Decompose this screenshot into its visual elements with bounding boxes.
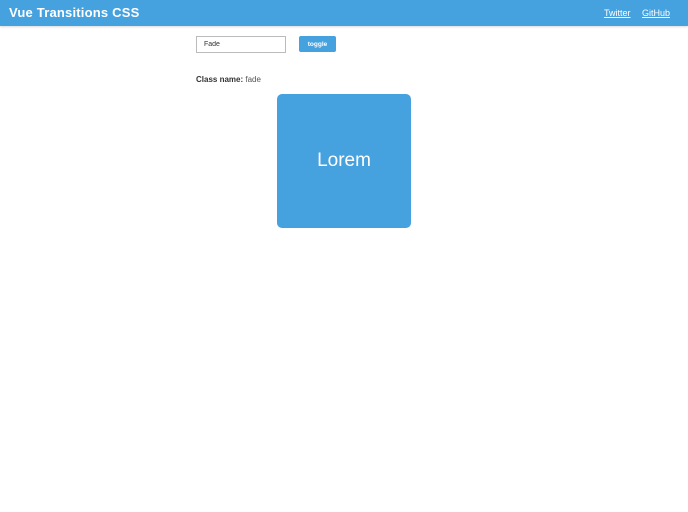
header-nav: Twitter GitHub xyxy=(595,8,670,18)
transition-select[interactable]: Fade xyxy=(196,36,286,53)
twitter-link[interactable]: Twitter xyxy=(604,8,631,18)
class-name-display: Class name: fade xyxy=(196,75,261,84)
app-title: Vue Transitions CSS xyxy=(9,5,140,20)
transition-box: Lorem xyxy=(277,94,411,228)
app-header: Vue Transitions CSS Twitter GitHub xyxy=(0,0,688,26)
class-name-label: Class name: xyxy=(196,75,244,84)
box-text: Lorem xyxy=(317,150,371,171)
github-link[interactable]: GitHub xyxy=(642,8,670,18)
class-name-value: fade xyxy=(245,75,261,84)
toggle-button[interactable]: toggle xyxy=(299,36,336,52)
